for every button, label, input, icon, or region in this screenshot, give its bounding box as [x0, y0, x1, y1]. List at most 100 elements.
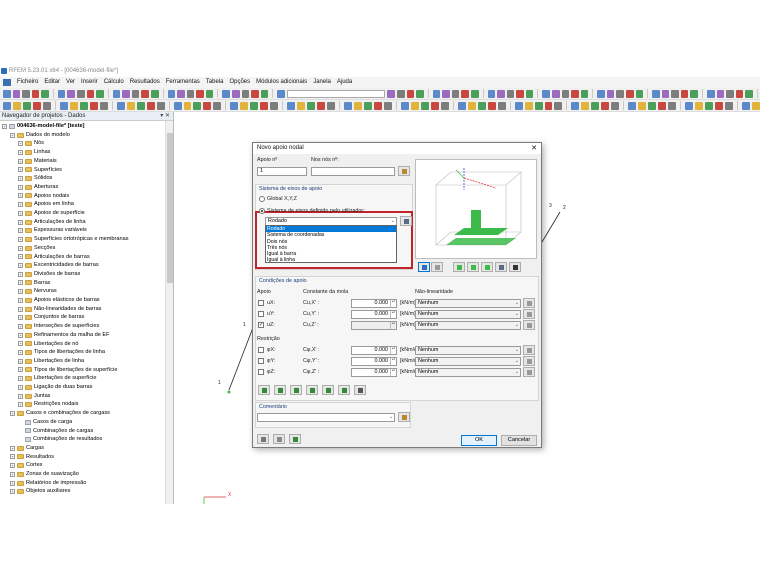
- tree-item[interactable]: + Libertações de linha: [18, 357, 84, 366]
- toolbar-tool-icon[interactable]: [751, 101, 760, 110]
- expand-icon[interactable]: +: [18, 167, 23, 173]
- toolbar-tool-icon[interactable]: [57, 89, 66, 98]
- toolbar-tool-icon[interactable]: [514, 101, 523, 110]
- toolbar-tool-icon[interactable]: [715, 101, 723, 110]
- toolbar-tool-icon[interactable]: [112, 89, 121, 98]
- member-line-2[interactable]: [541, 211, 561, 243]
- spinner-icon[interactable]: ▴▾: [390, 347, 396, 354]
- toolbar-tool-icon[interactable]: [59, 101, 68, 110]
- tree-item[interactable]: + Restrições nodais: [18, 400, 78, 409]
- toolbar-tool-icon[interactable]: [12, 101, 21, 110]
- toolbar-tool-icon[interactable]: [467, 101, 476, 110]
- toolbar-tool-icon[interactable]: [658, 101, 667, 110]
- toolbar-tool-icon[interactable]: [497, 89, 505, 98]
- tree-item[interactable]: + Zonas de suavização: [10, 470, 79, 479]
- toolbar-combo[interactable]: [286, 89, 386, 98]
- tree-item[interactable]: + Conjuntos de barras: [18, 313, 84, 322]
- menu-janela[interactable]: Janela: [313, 77, 331, 88]
- expand-icon[interactable]: +: [18, 219, 23, 225]
- menu-ajuda[interactable]: Ajuda: [337, 77, 352, 88]
- toolbar-tool-icon[interactable]: [561, 89, 570, 98]
- expand-icon[interactable]: +: [18, 184, 23, 190]
- toolbar-tool-icon[interactable]: [260, 101, 269, 110]
- expand-icon[interactable]: +: [18, 271, 23, 277]
- toolbar-tool-icon[interactable]: [77, 89, 85, 98]
- toolbar-tool-icon[interactable]: [741, 101, 750, 110]
- toolbar-tool-icon[interactable]: [354, 101, 362, 110]
- tree-item[interactable]: + Excentricidades de barras: [18, 261, 99, 270]
- support-checkbox[interactable]: [258, 358, 264, 364]
- toolbar-tool-icon[interactable]: [96, 89, 104, 98]
- support-checkbox[interactable]: [258, 347, 264, 353]
- expand-icon[interactable]: +: [18, 158, 23, 164]
- support-type-button[interactable]: [306, 385, 318, 395]
- comment-field[interactable]: ⌄: [257, 413, 395, 422]
- toolbar-tool-icon[interactable]: [716, 89, 725, 98]
- toolbar-tool-icon[interactable]: [387, 89, 396, 98]
- menu-modulos[interactable]: Módulos adicionais: [256, 77, 307, 88]
- menu-ficheiro[interactable]: Ficheiro: [17, 77, 38, 88]
- support-number-field[interactable]: 1: [257, 167, 307, 176]
- expand-icon[interactable]: +: [2, 123, 7, 129]
- toolbar-tool-icon[interactable]: [457, 101, 466, 110]
- tree-item[interactable]: + Espessuras variáveis: [18, 226, 87, 235]
- tree-item[interactable]: + Materiais: [18, 157, 57, 166]
- toolbar-tool-icon[interactable]: [307, 101, 316, 110]
- spring-value-field[interactable]: ▴▾: [351, 321, 397, 330]
- toolbar-tool-icon[interactable]: [406, 89, 415, 98]
- toolbar-tool-icon[interactable]: [544, 101, 553, 110]
- expand-icon[interactable]: +: [18, 384, 23, 390]
- expand-icon[interactable]: +: [10, 454, 15, 460]
- toolbar-tool-icon[interactable]: [196, 89, 204, 98]
- toolbar-tool-icon[interactable]: [571, 101, 580, 110]
- tree-item[interactable]: + Dados do modelo: [10, 131, 70, 140]
- tree-item[interactable]: + Apoios nodais: [18, 192, 69, 201]
- tree-item[interactable]: + Apoios em linha: [18, 200, 74, 209]
- toolbar-tool-icon[interactable]: [79, 101, 88, 110]
- nonlinearity-edit-button[interactable]: [523, 320, 535, 330]
- toolbar-tool-icon[interactable]: [554, 101, 563, 110]
- toolbar-tool-icon[interactable]: [260, 89, 269, 98]
- toolbar-tool-icon[interactable]: [86, 89, 95, 98]
- toolbar-tool-icon[interactable]: [186, 89, 195, 98]
- toolbar-tool-icon[interactable]: [364, 101, 372, 110]
- menu-calculo[interactable]: Cálculo: [104, 77, 124, 88]
- toolbar-tool-icon[interactable]: [400, 101, 409, 110]
- edit-button[interactable]: [273, 434, 285, 444]
- expand-icon[interactable]: +: [18, 280, 23, 286]
- tree-item[interactable]: + Aberturas: [18, 183, 58, 192]
- expand-icon[interactable]: +: [10, 463, 15, 469]
- expand-icon[interactable]: +: [18, 263, 23, 269]
- toolbar-tool-icon[interactable]: [420, 101, 429, 110]
- nonlinearity-combo[interactable]: Nenhum ⌄: [415, 299, 521, 308]
- tree-item[interactable]: +Combinações de cargas: [18, 427, 93, 436]
- spring-value-field[interactable]: 0.000 ▴▾: [351, 357, 397, 366]
- edit-axis-button[interactable]: [400, 216, 412, 226]
- tree-item[interactable]: + Nervuras: [18, 287, 57, 296]
- toolbar-tool-icon[interactable]: [725, 101, 733, 110]
- toolbar-tool-icon[interactable]: [671, 89, 679, 98]
- spring-value-field[interactable]: 0.000 ▴▾: [351, 368, 397, 377]
- info-button[interactable]: [257, 434, 269, 444]
- toolbar-tool-icon[interactable]: [606, 89, 615, 98]
- expand-icon[interactable]: +: [18, 402, 23, 408]
- toolbar-tool-icon[interactable]: [327, 101, 336, 110]
- expand-icon[interactable]: +: [10, 489, 15, 495]
- expand-icon[interactable]: +: [18, 254, 23, 260]
- nonlinearity-combo[interactable]: Nenhum ⌄: [415, 357, 521, 366]
- nonlinearity-edit-button[interactable]: [523, 298, 535, 308]
- toolbar-tool-icon[interactable]: [297, 101, 306, 110]
- toolbar-tool-icon[interactable]: [611, 101, 620, 110]
- spring-value-field[interactable]: 0.000 ▴▾: [351, 310, 397, 319]
- view-tool-button[interactable]: [431, 262, 443, 272]
- spring-value-field[interactable]: 0.000 ▴▾: [351, 299, 397, 308]
- expand-icon[interactable]: +: [18, 306, 23, 312]
- toolbar-tool-icon[interactable]: [461, 89, 470, 98]
- expand-icon[interactable]: +: [10, 132, 15, 138]
- navigator-close-icon[interactable]: ▾ ✕: [160, 112, 170, 121]
- toolbar-tool-icon[interactable]: [230, 101, 239, 110]
- view-tool-button[interactable]: [418, 262, 430, 272]
- expand-icon[interactable]: +: [18, 289, 23, 295]
- expand-icon[interactable]: +: [10, 410, 15, 416]
- cancel-button[interactable]: Cancelar: [501, 435, 537, 446]
